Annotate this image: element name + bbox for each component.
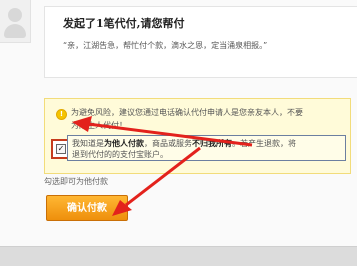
confirm-payment-button[interactable]: 确认付款 <box>46 195 128 221</box>
avatar-head <box>8 8 22 22</box>
agreement-mid: ，商品或服务 <box>144 139 192 148</box>
footer-band <box>0 246 357 266</box>
avatar-body <box>4 24 26 38</box>
agree-checkbox[interactable]: ✓ <box>56 144 66 154</box>
agreement-text-frame: 我知道是为他人付款，商品或服务不归我所有。若产生退款，将 退到代付的的支付宝账户… <box>67 135 346 161</box>
message-box: 发起了1笔代付,请您帮付 “亲，江湖告急，帮忙付个款，滴水之恩，定当涌泉相报。” <box>44 6 357 78</box>
content-area: 发起了1笔代付,请您帮付 “亲，江湖告急，帮忙付个款，滴水之恩，定当涌泉相报。”… <box>0 0 357 246</box>
agreement-line-2: 退到代付的的支付宝账户。 <box>72 150 168 159</box>
agreement-bold-1: 为他人付款 <box>104 139 144 148</box>
message-text: “亲，江湖告急，帮忙付个款，滴水之恩，定当涌泉相报。” <box>63 41 268 50</box>
agreement-bold-2: 不归我所有 <box>192 139 232 148</box>
agreement-line-1: 我知道是为他人付款，商品或服务不归我所有。若产生退款，将 <box>72 138 296 149</box>
warning-line-1: 为避免风险，建议您通过电话确认代付申请人是您亲友本人，不要 <box>71 108 303 117</box>
warning-box: ! 为避免风险，建议您通过电话确认代付申请人是您亲友本人，不要 为陌生人代付！ … <box>44 98 351 174</box>
agreement-suffix: 。若产生退款，将 <box>232 139 296 148</box>
warning-icon: ! <box>56 109 67 120</box>
page: 发起了1笔代付,请您帮付 “亲，江湖告急，帮忙付个款，滴水之恩，定当涌泉相报。”… <box>0 0 357 266</box>
avatar <box>0 0 31 43</box>
agreement-prefix: 我知道是 <box>72 139 104 148</box>
checkbox-hint: 勾选即可为他付款 <box>44 177 108 186</box>
warning-line-2: 为陌生人代付！ <box>71 121 127 130</box>
message-title: 发起了1笔代付,请您帮付 <box>63 17 185 30</box>
